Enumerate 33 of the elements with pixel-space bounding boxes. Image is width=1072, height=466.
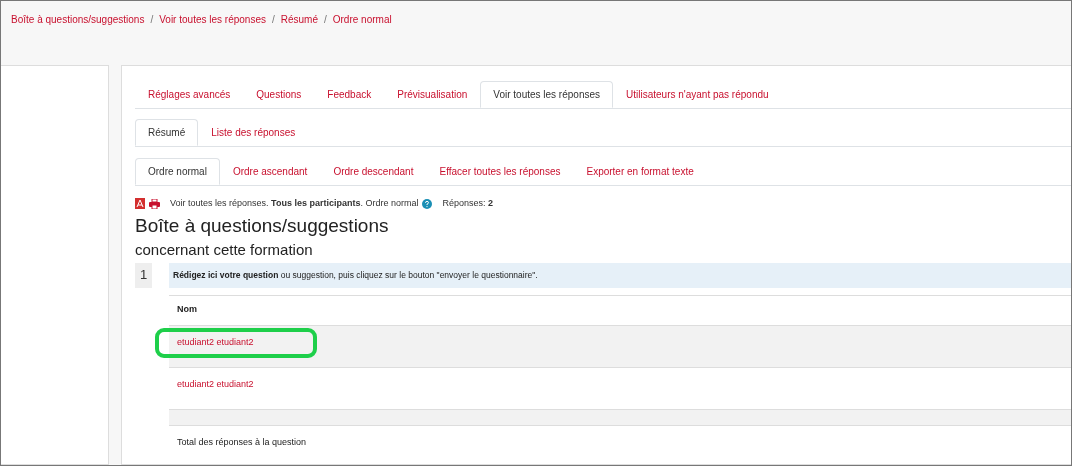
responses-count: Réponses: 2 bbox=[442, 197, 493, 210]
print-icon[interactable] bbox=[149, 198, 160, 209]
question-text: Rédigez ici votre question ou suggestion, puis cliquez sur le bouton "envoyer le questionnaire". bbox=[173, 268, 538, 282]
breadcrumb-separator: / bbox=[150, 13, 154, 27]
breadcrumb-separator: / bbox=[271, 13, 275, 27]
tab[interactable]: Feedback bbox=[314, 81, 385, 108]
participant-link[interactable]: etudiant2 etudiant2 bbox=[177, 377, 254, 391]
help-icon[interactable] bbox=[422, 198, 433, 209]
tab[interactable]: Résumé bbox=[135, 119, 199, 146]
participant-link[interactable]: etudiant2 etudiant2 bbox=[177, 335, 254, 349]
tab[interactable]: Liste des réponses bbox=[198, 119, 309, 146]
question-number: 1 bbox=[135, 262, 152, 288]
total-label: Total des réponses à la question bbox=[177, 435, 307, 449]
info-text: Voir toutes les réponses. Tous les participants. Ordre normal bbox=[170, 197, 419, 210]
tab[interactable]: Voir toutes les réponses bbox=[480, 81, 613, 108]
breadcrumb-link[interactable]: Résumé bbox=[280, 12, 318, 27]
page-subtitle: concernant cette formation bbox=[135, 239, 314, 260]
tab[interactable]: Exporter en format texte bbox=[573, 158, 707, 185]
tab[interactable]: Ordre descendant bbox=[320, 158, 427, 185]
breadcrumb-separator: / bbox=[324, 13, 327, 27]
column-header: Nom bbox=[177, 303, 197, 317]
page-title: Boîte à questions/suggestions bbox=[135, 213, 390, 238]
tab[interactable]: Ordre normal bbox=[135, 158, 220, 185]
tab[interactable]: Ordre ascendant bbox=[219, 158, 321, 185]
tab[interactable]: Prévisualisation bbox=[384, 81, 481, 108]
tab[interactable]: Utilisateurs n'ayant pas répondu bbox=[613, 81, 782, 108]
breadcrumb-link[interactable]: Ordre normal bbox=[332, 12, 392, 27]
breadcrumb-link[interactable]: Boîte à questions/suggestions bbox=[11, 12, 145, 27]
tab[interactable]: Réglages avancés bbox=[135, 81, 244, 108]
breadcrumb-link[interactable]: Voir toutes les réponses bbox=[159, 12, 266, 27]
pdf-icon[interactable] bbox=[135, 198, 145, 210]
tab[interactable]: Effacer toutes les réponses bbox=[426, 158, 574, 185]
tab[interactable]: Questions bbox=[243, 81, 315, 108]
